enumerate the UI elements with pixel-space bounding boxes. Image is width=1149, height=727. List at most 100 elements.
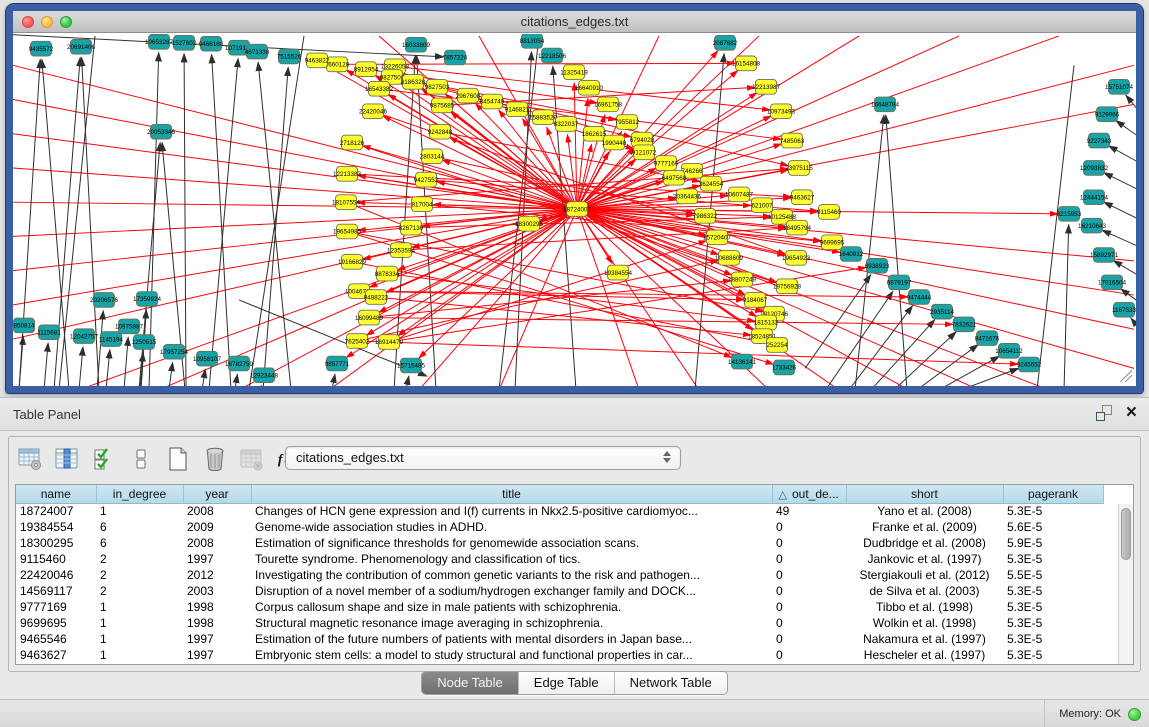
table-cell[interactable]: 5.9E-5 — [1003, 535, 1103, 551]
table-cell[interactable]: 9699695 — [16, 615, 96, 631]
table-cell[interactable]: 9777169 — [16, 599, 96, 615]
table-row[interactable]: 946554611997Estimation of the future num… — [16, 631, 1103, 647]
row-options-icon[interactable] — [128, 446, 154, 472]
table-row[interactable]: 969969511998Structural magnetic resonanc… — [16, 615, 1103, 631]
table-vertical-scrollbar[interactable] — [1118, 504, 1133, 664]
graph-node[interactable]: 1167533 — [1112, 302, 1136, 317]
graph-node[interactable]: 8813054 — [520, 34, 545, 48]
graph-node[interactable]: 16154808 — [732, 56, 761, 71]
graph-node[interactable]: 6879197 — [887, 275, 912, 290]
graph-node[interactable]: 7485063 — [780, 133, 805, 148]
table-row[interactable]: 1830029562008Estimation of significance … — [16, 535, 1103, 551]
graph-node[interactable]: 9777169 — [654, 156, 679, 171]
graph-node[interactable]: 1640912 — [839, 247, 864, 262]
graph-node[interactable]: 16914479 — [375, 335, 404, 350]
graph-node[interactable]: 18724007 — [563, 202, 592, 217]
table-cell[interactable]: 0 — [772, 599, 846, 615]
graph-node[interactable]: 7986322 — [693, 209, 718, 224]
table-cell[interactable]: Tourette syndrome. Phenomenology and cla… — [251, 551, 772, 567]
network-window[interactable]: citations_edges.txt 18724007183002951938… — [6, 4, 1143, 393]
table-cell[interactable]: 2012 — [183, 567, 251, 583]
table-cell[interactable]: Embryonic stem cells: a model to study s… — [251, 647, 772, 663]
table-cell[interactable]: 19384554 — [16, 519, 96, 535]
graph-node[interactable]: 1527602 — [172, 35, 197, 50]
table-cell[interactable]: 5.3E-5 — [1003, 583, 1103, 599]
graph-node[interactable]: 9474444 — [907, 290, 932, 305]
graph-node[interactable]: 1145194 — [99, 332, 124, 347]
table-cell[interactable]: 1997 — [183, 647, 251, 663]
graph-node[interactable]: 817004 — [412, 197, 434, 212]
graph-node[interactable]: 7625402 — [345, 334, 370, 349]
graph-node[interactable]: 22420046 — [359, 104, 388, 119]
graph-node[interactable]: 12218506 — [538, 48, 567, 63]
tab-network-table[interactable]: Network Table — [615, 672, 727, 694]
table-cell[interactable]: 1998 — [183, 615, 251, 631]
graph-node[interactable]: 4671338 — [245, 44, 270, 59]
graph-node[interactable]: 20691406 — [67, 39, 96, 54]
graph-node[interactable]: 16640910 — [575, 80, 604, 95]
citation-network-graph[interactable]: 1872400718300295193845548660128891295413… — [13, 34, 1136, 386]
graph-node[interactable]: 9427552 — [414, 172, 439, 187]
graph-node[interactable]: 9857771 — [325, 356, 350, 371]
graph-node[interactable]: 17359924 — [133, 292, 162, 307]
table-cell[interactable]: 1998 — [183, 599, 251, 615]
table-row[interactable]: 1456911722003Disruption of a novel membe… — [16, 583, 1103, 599]
column-header-name[interactable]: name — [16, 485, 96, 503]
graph-node[interactable]: 7515526 — [277, 49, 302, 64]
table-cell[interactable]: Structural magnetic resonance image aver… — [251, 615, 772, 631]
graph-node[interactable]: 18807249 — [728, 272, 757, 287]
table-cell[interactable]: 2 — [96, 567, 183, 583]
table-cell[interactable]: Genome-wide association studies in ADHD. — [251, 519, 772, 535]
graph-node[interactable]: 8454749 — [480, 94, 505, 109]
graph-node[interactable]: 252254 — [767, 338, 789, 353]
graph-node[interactable]: 14136141 — [728, 354, 757, 369]
table-cell[interactable]: 0 — [772, 551, 846, 567]
table-cell[interactable]: Changes of HCN gene expression and I(f) … — [251, 503, 772, 519]
graph-node[interactable]: 8267130 — [399, 220, 424, 235]
table-cell[interactable]: 2003 — [183, 583, 251, 599]
select-columns-icon[interactable] — [91, 446, 117, 472]
graph-node[interactable]: 8215953 — [1057, 207, 1082, 222]
graph-node[interactable]: 7857224 — [443, 50, 468, 65]
table-source-select[interactable]: citations_edges.txt — [285, 446, 681, 470]
graph-node[interactable]: 10654112 — [995, 343, 1023, 358]
table-cell[interactable]: 1 — [96, 647, 183, 663]
graph-node[interactable]: 9827503 — [425, 79, 450, 94]
table-cell[interactable]: 2009 — [183, 519, 251, 535]
table-cell[interactable]: Investigating the contribution of common… — [251, 567, 772, 583]
column-header-year[interactable]: year — [183, 485, 251, 503]
graph-node[interactable]: 17957254 — [160, 344, 189, 359]
graph-node[interactable]: 12923448 — [250, 368, 279, 383]
graph-node[interactable]: 9245652 — [1017, 357, 1042, 372]
graph-node[interactable]: 15751074 — [1105, 79, 1134, 94]
graph-node[interactable]: 12353594 — [387, 243, 416, 258]
graph-node[interactable]: 9463627 — [790, 190, 815, 205]
graph-node[interactable]: 8878334 — [375, 266, 400, 281]
graph-node[interactable]: 12042757 — [70, 329, 99, 344]
table-cell[interactable]: 2 — [96, 583, 183, 599]
graph-node[interactable]: 19756928 — [773, 279, 802, 294]
graph-node[interactable]: 1115681 — [37, 325, 61, 340]
table-cell[interactable]: de Silva et al. (2003) — [846, 583, 1003, 599]
table-cell[interactable]: 14569117 — [16, 583, 96, 599]
column-visibility-icon[interactable] — [54, 446, 80, 472]
table-cell[interactable]: Franke et al. (2009) — [846, 519, 1003, 535]
column-header-short[interactable]: short — [846, 485, 1003, 503]
graph-node[interactable]: 621007 — [752, 198, 774, 213]
graph-node[interactable]: 1733426 — [772, 360, 797, 375]
graph-node[interactable]: 15892971 — [1090, 248, 1119, 263]
graph-node[interactable]: 16543382 — [365, 81, 394, 96]
graph-node[interactable]: 16782759 — [225, 356, 254, 371]
column-header-pagerank[interactable]: pagerank — [1003, 485, 1103, 503]
table-cell[interactable]: 0 — [772, 631, 846, 647]
graph-node[interactable]: 10958107 — [193, 351, 222, 366]
table-row[interactable]: 946362711997Embryonic stem cells: a mode… — [16, 647, 1103, 663]
network-canvas[interactable]: 1872400718300295193845548660128891295413… — [13, 34, 1136, 386]
graph-node[interactable]: 8186328 — [401, 75, 426, 90]
table-cell[interactable]: Stergiakouli et al. (2012) — [846, 567, 1003, 583]
table-cell[interactable]: 5.3E-5 — [1003, 647, 1103, 663]
table-cell[interactable]: 6 — [96, 535, 183, 551]
table-cell[interactable]: 5.3E-5 — [1003, 615, 1103, 631]
graph-node[interactable]: 10653287 — [145, 34, 174, 49]
table-cell[interactable]: Estimation of significance thresholds fo… — [251, 535, 772, 551]
